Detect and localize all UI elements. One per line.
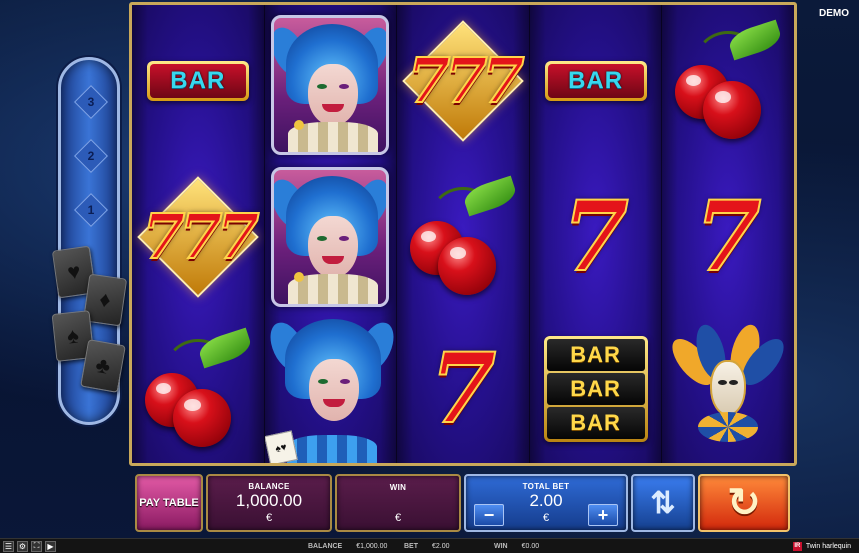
harlequin-symbol: ♠♥ xyxy=(265,313,396,463)
ladder-step-2: 2 xyxy=(74,139,108,173)
bar-symbol: BAR xyxy=(146,61,249,101)
status-bet: BET €2.00 xyxy=(404,542,450,550)
cherries-symbol xyxy=(143,327,254,449)
symbol-cell xyxy=(265,9,397,161)
symbol-cell xyxy=(397,161,529,313)
seven-symbol: 7 xyxy=(561,180,630,293)
symbol-cell: BAR BAR BAR xyxy=(530,313,662,463)
game-title: IR Twin harlequin xyxy=(792,541,851,551)
harlequin-symbol xyxy=(271,167,390,307)
triple-bar-symbol: BAR BAR BAR xyxy=(543,336,648,442)
seven-symbol: 7 xyxy=(429,332,498,445)
symbol-cell: BAR xyxy=(132,5,264,157)
jester-mask-symbol xyxy=(665,321,792,454)
status-win: WIN €0.00 xyxy=(494,542,540,550)
total-bet-label: TOTAL BET xyxy=(522,482,570,492)
menu-icon[interactable]: ☰ xyxy=(3,540,14,552)
symbol-cell: 777 xyxy=(132,161,264,313)
win-panel: WIN € xyxy=(335,474,461,532)
spin-button[interactable]: ↻ xyxy=(698,474,790,532)
total-bet-panel: TOTAL BET 2.00 € − + xyxy=(464,474,628,532)
provider-logo-icon: IR xyxy=(792,541,802,551)
status-bar: ☰ ⚙ ⛶ ▶ BALANCE €1,000.00 BET €2.00 WIN … xyxy=(0,538,859,553)
settings-icon[interactable]: ⚙ xyxy=(17,540,28,552)
symbol-cell: BAR xyxy=(530,5,662,157)
balance-panel: BALANCE 1,000.00 € xyxy=(206,474,332,532)
seven-symbol: 7 xyxy=(694,180,763,293)
bar-symbol: BAR xyxy=(544,61,647,101)
reel-5: 7 xyxy=(662,5,794,463)
ladder-step-1: 1 xyxy=(74,193,108,227)
total-bet-currency: € xyxy=(542,511,550,524)
win-label: WIN xyxy=(389,482,407,492)
autoplay-button[interactable]: ⇅ xyxy=(631,474,695,532)
decrease-bet-button[interactable]: − xyxy=(474,504,504,526)
demo-badge: DEMO xyxy=(819,8,849,19)
fullscreen-icon[interactable]: ⛶ xyxy=(31,540,42,552)
paytable-button[interactable]: PAY TABLE xyxy=(135,474,203,532)
balance-label: BALANCE xyxy=(248,482,290,492)
play-icon[interactable]: ▶ xyxy=(45,540,56,552)
symbol-cell: 7 xyxy=(662,161,794,313)
symbol-cell xyxy=(662,5,794,157)
win-currency: € xyxy=(394,511,402,524)
reel-3: 777 7 xyxy=(397,5,530,463)
spin-icon: ↻ xyxy=(727,481,761,525)
total-bet-value: 2.00 xyxy=(529,491,563,511)
balance-currency: € xyxy=(265,511,273,524)
symbol-cell xyxy=(132,313,264,463)
triple-seven-symbol: 777 xyxy=(136,172,261,302)
autoplay-icon: ⇅ xyxy=(650,486,676,520)
triple-seven-symbol: 777 xyxy=(401,16,526,146)
reel-2: ♠♥ xyxy=(264,5,398,463)
harlequin-symbol xyxy=(271,15,390,155)
playing-cards-icon: ♠♥ xyxy=(265,430,299,463)
reel-1: BAR 777 xyxy=(132,5,265,463)
balance-value: 1,000.00 xyxy=(235,491,303,511)
ladder-step-3: 3 xyxy=(74,85,108,119)
control-bar: PAY TABLE BALANCE 1,000.00 € WIN € TOTAL… xyxy=(135,474,791,532)
increase-bet-button[interactable]: + xyxy=(588,504,618,526)
cherries-symbol xyxy=(408,175,519,297)
symbol-cell: ♠♥ xyxy=(265,313,397,463)
symbol-cell: 7 xyxy=(530,161,662,313)
symbol-cell xyxy=(662,313,794,463)
reel-frame: BAR 777 ♠♥ 777 7 BAR 7 BAR BAR BAR 7 xyxy=(129,2,797,466)
cherries-symbol xyxy=(673,19,784,141)
symbol-cell xyxy=(265,161,397,313)
reel-4: BAR 7 BAR BAR BAR xyxy=(529,5,663,463)
symbol-cell: 777 xyxy=(397,5,529,157)
status-balance: BALANCE €1,000.00 xyxy=(308,542,388,550)
symbol-cell: 7 xyxy=(397,313,529,463)
